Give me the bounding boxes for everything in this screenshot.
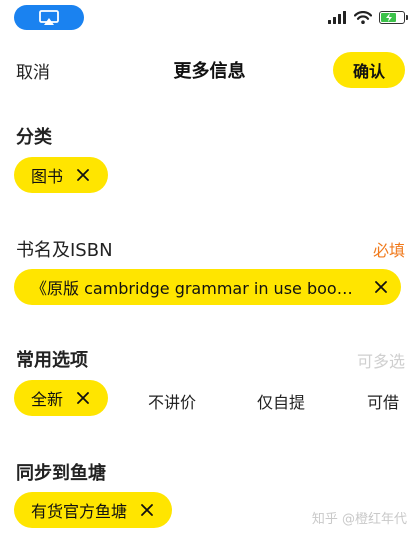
book-value: 《原版 cambridge grammar in use book ... [31,279,361,298]
category-chip[interactable]: 图书 [14,157,108,193]
close-icon[interactable] [77,169,89,181]
status-bar [0,0,419,36]
fishpond-title: 同步到鱼塘 [16,463,106,484]
required-label: 必填 [372,241,405,260]
book-input-chip[interactable]: 《原版 cambridge grammar in use book ... [14,269,401,305]
option-label: 全新 [31,390,64,409]
options-title: 常用选项 [16,350,88,371]
option-item[interactable]: 不讲价 [148,389,196,413]
close-icon[interactable] [141,504,153,516]
category-title: 分类 [16,127,52,148]
option-chip-selected[interactable]: 全新 [14,380,108,416]
fishpond-chip-label: 有货官方鱼塘 [31,502,128,521]
option-item[interactable]: 可借 [367,389,399,413]
category-chip-label: 图书 [31,167,64,186]
battery-charging-icon [379,11,408,24]
close-icon[interactable] [77,392,89,404]
fishpond-chip[interactable]: 有货官方鱼塘 [14,492,172,528]
book-title: 书名及ISBN [16,240,113,261]
confirm-button[interactable]: 确认 [333,52,405,88]
wifi-icon [354,11,372,24]
close-icon[interactable] [375,281,387,293]
option-item[interactable]: 仅自提 [257,389,305,413]
status-indicators [328,11,408,24]
multi-select-hint: 可多选 [356,352,405,371]
airplay-button[interactable] [14,5,84,30]
airplay-icon [39,9,59,25]
nav-bar: 取消 更多信息 确认 [0,52,419,90]
watermark: 知乎 @橙红年代 [311,512,407,527]
cellular-signal-icon [328,11,346,24]
